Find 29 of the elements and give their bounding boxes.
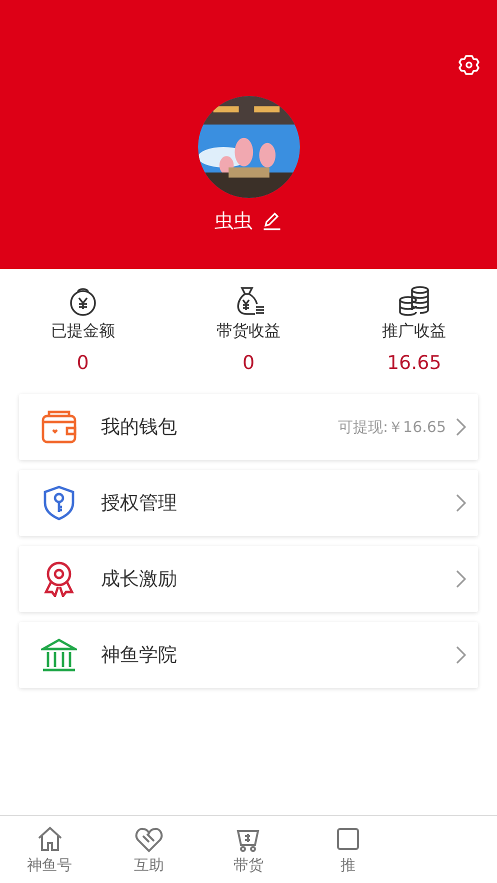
tab-item[interactable]: 带货 [198,816,298,883]
stat-value: 0 [76,352,89,374]
menu-item[interactable]: 授权管理 [19,470,478,536]
stat-label: 推广收益 [382,321,446,342]
tab-item[interactable]: 推 [298,816,398,883]
wallet-icon [41,409,77,445]
user-name: 虫虫 [214,209,252,234]
chevron-right-icon [456,570,466,588]
menu-item[interactable]: 神鱼学院 [19,622,478,688]
tab-item[interactable]: 神鱼号 [0,816,100,883]
menu-label: 神鱼学院 [101,643,178,668]
building-icon [41,637,77,673]
chevron-right-icon [456,646,466,664]
menu-label: 成长激励 [101,567,178,592]
stat-value: 0 [242,352,255,374]
menu-label: 我的钱包 [101,415,178,440]
chevron-right-icon [456,418,466,436]
menu-item[interactable]: 我的钱包 可提现:￥16.65 [19,394,478,460]
settings-icon[interactable] [457,53,481,77]
shield-key-icon [41,485,77,521]
chevron-right-icon [456,494,466,512]
stat-value: 16.65 [386,352,442,374]
stat-label: 带货收益 [216,321,280,342]
menu-item[interactable]: 成长激励 [19,546,478,612]
menu-label: 授权管理 [101,491,178,516]
tab-item[interactable]: 互助 [99,816,199,883]
stat-label: 已提金额 [50,321,115,342]
balance-text: 可提现:￥16.65 [338,418,446,436]
home-icon [36,824,64,852]
